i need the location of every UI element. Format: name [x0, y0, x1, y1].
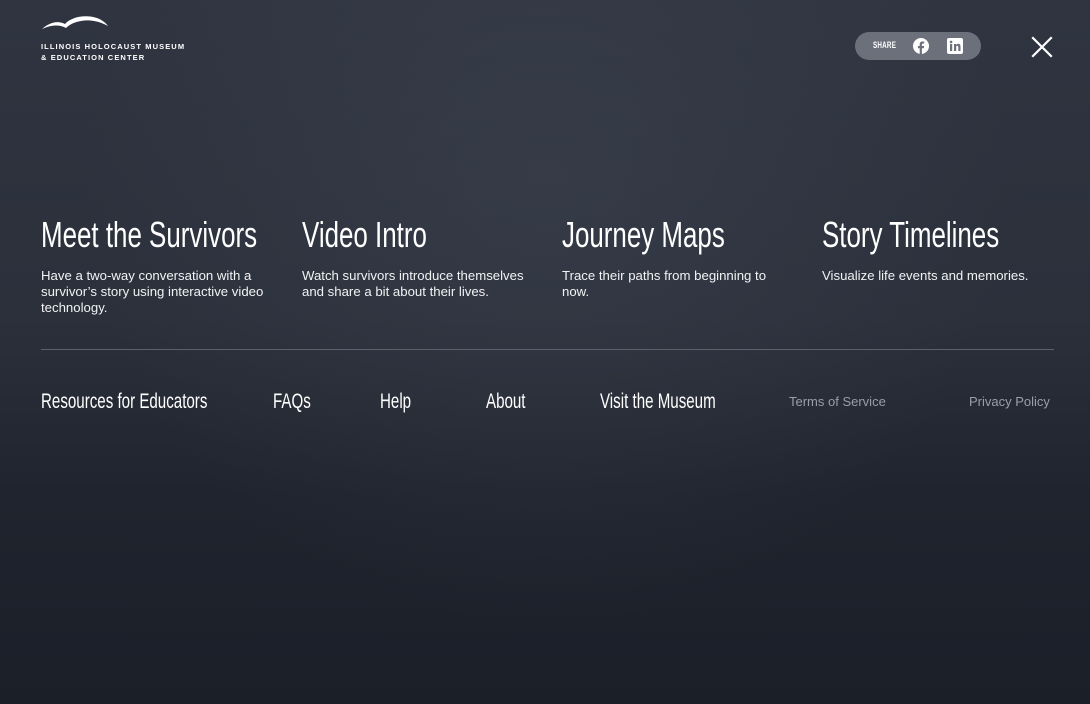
card-title: Meet the Survivors — [41, 214, 258, 255]
logo-text-line1: ILLINOIS HOLOCAUST MUSEUM — [41, 42, 186, 51]
card-title: Journey Maps — [562, 214, 725, 255]
divider — [41, 349, 1054, 350]
footer-link-help[interactable]: Help — [380, 389, 411, 415]
card-title: Story Timelines — [822, 214, 1000, 255]
card-description: Watch survivors introduce themselves and… — [302, 268, 524, 299]
footer-link-about[interactable]: About — [486, 389, 526, 415]
museum-logo[interactable]: ILLINOIS HOLOCAUST MUSEUM & EDUCATION CE… — [41, 15, 231, 63]
bird-logo-icon — [42, 16, 108, 29]
card-journey-maps[interactable]: Journey Maps Trace their paths from begi… — [562, 213, 794, 300]
card-description: Trace their paths from beginning to now. — [562, 268, 767, 299]
share-label: SHARE — [873, 40, 897, 50]
card-description: Visualize life events and memories. — [822, 268, 1029, 283]
footer-link-resources-for-educators[interactable]: Resources for Educators — [41, 389, 207, 415]
card-story-timelines[interactable]: Story Timelines Visualize life events an… — [822, 213, 1054, 284]
privacy-policy-link[interactable]: Privacy Policy — [969, 394, 1050, 410]
close-icon[interactable] — [1030, 35, 1054, 59]
share-bar: SHARE — [855, 32, 981, 60]
linkedin-icon[interactable] — [947, 38, 963, 54]
facebook-icon[interactable] — [913, 38, 929, 54]
card-video-intro[interactable]: Video Intro Watch survivors introduce th… — [302, 213, 534, 300]
footer-link-visit-the-museum[interactable]: Visit the Museum — [600, 389, 716, 415]
card-title: Video Intro — [302, 214, 427, 255]
terms-of-service-link[interactable]: Terms of Service — [789, 394, 886, 410]
card-meet-the-survivors[interactable]: Meet the Survivors Have a two-way conver… — [41, 213, 273, 315]
card-description: Have a two-way conversation with a survi… — [41, 268, 264, 315]
logo-text-line2: & EDUCATION CENTER — [41, 53, 146, 62]
background-vignette — [0, 0, 1090, 704]
footer-link-faqs[interactable]: FAQs — [273, 389, 311, 415]
